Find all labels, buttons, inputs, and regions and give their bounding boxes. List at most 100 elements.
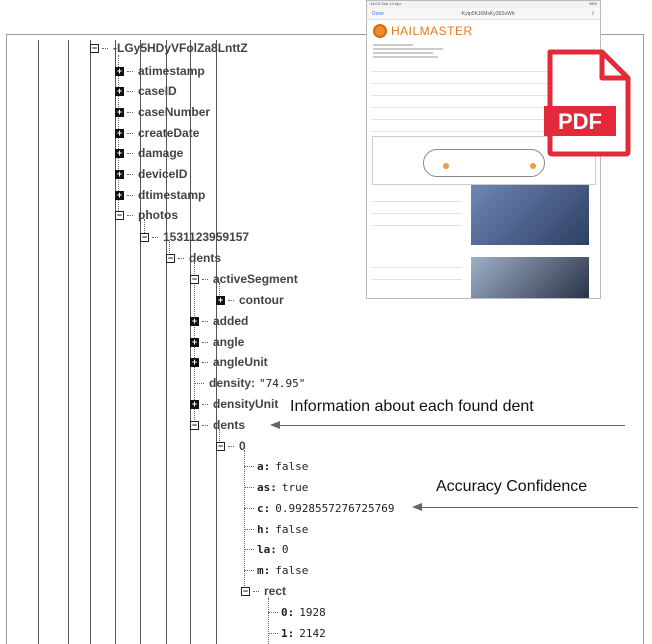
annotation-dent-info: Information about each found dent — [290, 398, 534, 415]
node-key: added — [213, 314, 249, 328]
dotted-connector — [228, 445, 234, 447]
logo-mark-icon — [373, 24, 387, 38]
tree-node-density-unit[interactable]: + densityUnit — [190, 396, 278, 412]
collapse-toggle-icon[interactable]: − — [115, 210, 124, 220]
preview-status-battery: 98% — [588, 1, 597, 6]
collapse-toggle-icon[interactable]: − — [166, 253, 175, 263]
left-border — [6, 34, 7, 644]
tree-node-photos[interactable]: − photos — [115, 207, 178, 223]
tree-node[interactable]: + deviceID — [115, 166, 187, 182]
expand-toggle-icon[interactable]: + — [115, 86, 124, 96]
expand-toggle-icon[interactable]: + — [115, 107, 124, 117]
dotted-connector — [127, 152, 133, 154]
tree-node[interactable]: + atimestamp — [115, 63, 205, 79]
tree-leaf[interactable]: c: 0.9928557276725769 — [244, 500, 394, 516]
node-key: deviceID — [138, 167, 188, 181]
root-key: -LGy5HDyVFolZa8LnttZ — [113, 41, 248, 55]
collapse-toggle-icon[interactable]: − — [216, 441, 225, 451]
tree-node[interactable]: + damage — [115, 145, 183, 161]
dotted-connector — [244, 465, 254, 467]
tree-node-active-segment[interactable]: − activeSegment — [190, 271, 298, 287]
preview-done-button[interactable]: Done — [372, 11, 384, 17]
node-key: atimestamp — [138, 64, 205, 78]
leaf-value: false — [275, 522, 309, 536]
leaf-key: 0: — [281, 605, 295, 619]
tree-node[interactable]: + caseID — [115, 83, 177, 99]
dotted-connector — [268, 632, 278, 634]
tree-leaf[interactable]: m: false — [244, 562, 308, 578]
collapse-toggle-icon[interactable]: − — [241, 586, 250, 596]
share-icon[interactable]: ⇪ — [591, 11, 595, 17]
expand-toggle-icon[interactable]: + — [115, 169, 124, 179]
dotted-connector — [127, 173, 133, 175]
leaf-key: as: — [257, 480, 277, 494]
expand-toggle-icon[interactable]: + — [115, 190, 124, 200]
node-key: caseNumber — [138, 105, 211, 119]
tree-leaf[interactable]: as: true — [244, 479, 308, 495]
tree-node-angle[interactable]: + angle — [190, 334, 244, 350]
expand-toggle-icon[interactable]: + — [190, 357, 199, 367]
expand-toggle-icon[interactable]: + — [190, 399, 199, 409]
tree-node-contour[interactable]: + contour — [216, 292, 284, 308]
preview-divider — [372, 213, 462, 214]
tree-node-root[interactable]: − -LGy5HDyVFolZa8LnttZ — [90, 40, 248, 56]
tree-node-angle-unit[interactable]: + angleUnit — [190, 354, 268, 370]
collapse-toggle-icon[interactable]: − — [190, 274, 199, 284]
node-key: damage — [138, 146, 184, 160]
expand-toggle-icon[interactable]: + — [115, 66, 124, 76]
expand-toggle-icon[interactable]: + — [190, 337, 199, 347]
dotted-connector — [202, 403, 208, 405]
tree-node-rect[interactable]: − rect — [241, 583, 286, 599]
expand-toggle-icon[interactable]: + — [190, 316, 199, 326]
node-key: createDate — [138, 126, 200, 140]
expand-toggle-icon[interactable]: + — [115, 128, 124, 138]
preview-status-bar: 14:03 Sun 14 Apr 98% — [367, 1, 600, 8]
dotted-connector — [228, 299, 234, 301]
tree-leaf[interactable]: 1: 2142 — [268, 625, 326, 641]
leaf-value: 0.9928557276725769 — [275, 501, 395, 515]
dent-photo — [471, 185, 589, 245]
leaf-value: 2142 — [299, 626, 326, 640]
node-key: activeSegment — [213, 272, 298, 286]
tree-node-inner-dents[interactable]: − dents — [190, 417, 245, 433]
annotation-arrow — [422, 507, 638, 508]
leaf-key: a: — [257, 459, 271, 473]
collapse-toggle-icon[interactable]: − — [190, 420, 199, 430]
node-key: densityUnit — [213, 397, 279, 411]
tree-leaf-density[interactable]: density: "74.95" — [194, 375, 305, 391]
tree-node[interactable]: + createDate — [115, 125, 199, 141]
node-key: rect — [264, 584, 287, 598]
collapse-toggle-icon[interactable]: − — [140, 232, 149, 242]
collapse-toggle-icon[interactable]: − — [90, 43, 99, 53]
tree-node[interactable]: + dtimestamp — [115, 187, 205, 203]
tree-node-added[interactable]: + added — [190, 313, 248, 329]
dotted-connector — [202, 278, 208, 280]
expand-toggle-icon[interactable]: + — [115, 148, 124, 158]
tree-node-dents[interactable]: − dents — [166, 250, 221, 266]
expand-toggle-icon[interactable]: + — [216, 295, 225, 305]
tree-leaf[interactable]: h: false — [244, 521, 308, 537]
tree-node[interactable]: + caseNumber — [115, 104, 210, 120]
tree-node-index-0[interactable]: − 0 — [216, 438, 246, 454]
dotted-connector — [127, 70, 133, 72]
tree-leaf[interactable]: la: 0 — [244, 541, 289, 557]
logo-text: HAILMASTER — [391, 24, 473, 38]
dotted-connector — [127, 132, 133, 134]
leaf-value: 0 — [281, 542, 289, 556]
dotted-connector — [202, 361, 208, 363]
tree-leaf[interactable]: 0: 1928 — [268, 604, 326, 620]
dotted-connector — [202, 341, 208, 343]
dotted-connector — [244, 528, 254, 530]
node-key: 1531123959157 — [163, 230, 250, 244]
node-key: contour — [239, 293, 284, 307]
node-key: angle — [213, 335, 245, 349]
guide-line — [90, 40, 91, 644]
preview-divider — [372, 267, 462, 268]
tree-leaf[interactable]: a: false — [244, 458, 308, 474]
hailmaster-logo: HAILMASTER — [367, 20, 600, 42]
damage-marker-icon — [530, 163, 536, 169]
leaf-key: density: — [209, 376, 256, 390]
leaf-key: 1: — [281, 626, 295, 640]
tree-node-photo-id[interactable]: − 1531123959157 — [140, 229, 249, 245]
leaf-key: m: — [257, 563, 271, 577]
